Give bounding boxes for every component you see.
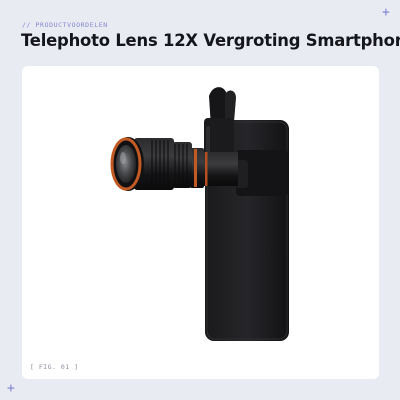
page-title: Telephoto Lens 12X Vergroting Smartphone: [21, 31, 400, 50]
product-image: [110, 87, 289, 341]
section-eyebrow: // PRODUCTVOORDELEN: [22, 21, 108, 29]
corner-plus-icon: +: [7, 381, 15, 396]
product-image-card: [ FIG. 01 ]: [22, 66, 379, 379]
corner-plus-icon: +: [382, 5, 390, 20]
figure-caption: [ FIG. 01 ]: [30, 363, 79, 371]
